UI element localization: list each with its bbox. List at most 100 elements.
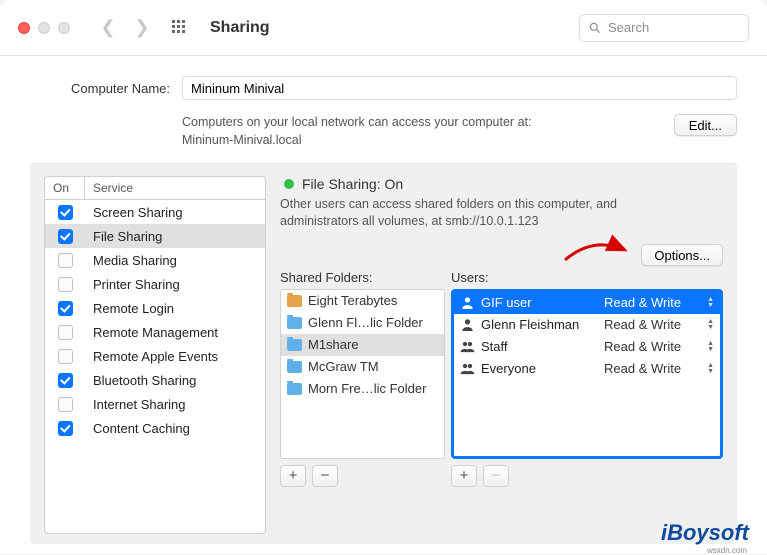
folder-label: McGraw TM (308, 359, 379, 374)
shared-folders-list[interactable]: Eight Terabytes Glenn Fl…lic Folder M1shar… (280, 289, 445, 459)
permission-select[interactable]: Read & Write▲▼ (604, 361, 714, 376)
user-name: Glenn Fleishman (481, 317, 598, 332)
user-row[interactable]: GIF user Read & Write▲▼ (454, 292, 720, 314)
service-label: Internet Sharing (85, 397, 265, 412)
permission-value: Read & Write (604, 317, 681, 332)
permission-select[interactable]: Read & Write ▲▼ (604, 317, 714, 332)
service-label: Screen Sharing (85, 205, 265, 220)
service-checkbox[interactable] (58, 373, 73, 388)
folder-icon (287, 361, 302, 373)
service-checkbox[interactable] (58, 253, 73, 268)
add-user-button[interactable]: + (451, 465, 477, 487)
folder-row[interactable]: Eight Terabytes (281, 290, 444, 312)
service-row-bluetooth-sharing[interactable]: Bluetooth Sharing (45, 368, 265, 392)
group-icon (460, 340, 475, 353)
service-row-media-sharing[interactable]: Media Sharing (45, 248, 265, 272)
users-list[interactable]: GIF userRead & Write▲▼Glenn FleishmanRea… (451, 289, 723, 459)
nav-controls: ❮ ❯ Sharing (94, 14, 270, 42)
service-row-file-sharing[interactable]: File Sharing (45, 224, 265, 248)
add-folder-button[interactable]: + (280, 465, 306, 487)
service-row-remote-login[interactable]: Remote Login (45, 296, 265, 320)
service-checkbox[interactable] (58, 229, 73, 244)
folder-label: Glenn Fl…lic Folder (308, 315, 423, 330)
service-label: Content Caching (85, 421, 265, 436)
user-row[interactable]: Glenn Fleishman Read & Write ▲▼ (454, 314, 720, 336)
services-col-on: On (45, 177, 85, 199)
stepper-icon: ▲▼ (707, 363, 714, 375)
folder-icon (287, 339, 302, 351)
search-input[interactable]: Search (579, 14, 749, 42)
service-row-remote-management[interactable]: Remote Management (45, 320, 265, 344)
status-text: File Sharing: On (302, 176, 403, 192)
service-label: Remote Login (85, 301, 265, 316)
folder-label: M1share (308, 337, 359, 352)
service-checkbox[interactable] (58, 421, 73, 436)
search-placeholder: Search (608, 20, 649, 35)
hint-line2: Mininum-Minival.local (182, 133, 301, 147)
services-col-service: Service (85, 177, 265, 199)
folder-row[interactable]: Glenn Fl…lic Folder (281, 312, 444, 334)
stepper-icon: ▲▼ (707, 319, 714, 331)
service-label: Media Sharing (85, 253, 265, 268)
service-checkbox[interactable] (58, 325, 73, 340)
service-checkbox[interactable] (58, 205, 73, 220)
users-label: Users: (451, 270, 723, 285)
folder-row[interactable]: M1share (281, 334, 444, 356)
remove-user-button[interactable]: − (483, 465, 509, 487)
forward-button[interactable]: ❯ (128, 14, 156, 42)
service-checkbox[interactable] (58, 277, 73, 292)
computer-name-row: Computer Name: (30, 76, 737, 100)
users-addrem: + − (451, 465, 723, 487)
status-description: Other users can access shared folders on… (280, 196, 723, 230)
group-icon (460, 362, 475, 375)
folder-icon (287, 295, 302, 307)
service-checkbox[interactable] (58, 349, 73, 364)
search-icon (588, 21, 602, 35)
services-table: On Service Screen Sharing File Sharing Med… (44, 176, 266, 534)
services-header: On Service (45, 177, 265, 200)
remove-folder-button[interactable]: − (312, 465, 338, 487)
computer-name-field[interactable] (182, 76, 737, 100)
back-button[interactable]: ❮ (94, 14, 122, 42)
service-row-internet-sharing[interactable]: Internet Sharing (45, 392, 265, 416)
service-row-remote-apple-events[interactable]: Remote Apple Events (45, 344, 265, 368)
folder-row[interactable]: Morn Fre…lic Folder (281, 378, 444, 400)
service-row-screen-sharing[interactable]: Screen Sharing (45, 200, 265, 224)
detail-pane: File Sharing: On Other users can access … (280, 176, 723, 534)
folders-addrem: + − (280, 465, 445, 487)
service-label: Bluetooth Sharing (85, 373, 265, 388)
folder-row[interactable]: McGraw TM (281, 356, 444, 378)
status-indicator-icon (284, 179, 294, 189)
stepper-icon: ▲▼ (707, 297, 714, 309)
main-pane: On Service Screen Sharing File Sharing Med… (30, 163, 737, 544)
person-icon (460, 296, 475, 309)
folder-label: Morn Fre…lic Folder (308, 381, 426, 396)
options-button[interactable]: Options... (641, 244, 723, 266)
users-column: Users: GIF userRead & Write▲▼Glenn Fleis… (451, 270, 723, 487)
service-checkbox[interactable] (58, 301, 73, 316)
permission-select[interactable]: Read & Write▲▼ (604, 339, 714, 354)
sharing-preferences-window: { "titlebar": { "title": "Sharing", "sea… (0, 0, 767, 554)
permission-select[interactable]: Read & Write▲▼ (604, 295, 714, 310)
network-hint: Computers on your local network can acce… (182, 114, 531, 149)
folder-icon (287, 383, 302, 395)
edit-button[interactable]: Edit... (674, 114, 737, 136)
show-all-icon[interactable] (172, 20, 188, 36)
close-icon[interactable] (18, 22, 30, 34)
service-row-printer-sharing[interactable]: Printer Sharing (45, 272, 265, 296)
content-area: Computer Name: Computers on your local n… (0, 56, 767, 554)
user-name: Staff (481, 339, 598, 354)
person-icon (460, 318, 475, 331)
status-row: File Sharing: On (280, 176, 723, 192)
service-row-content-caching[interactable]: Content Caching (45, 416, 265, 440)
user-name: GIF user (481, 295, 598, 310)
user-row[interactable]: Staff Read & Write▲▼ (454, 336, 720, 358)
window-controls (18, 22, 70, 34)
computer-name-label: Computer Name: (30, 81, 170, 96)
service-label: Remote Apple Events (85, 349, 265, 364)
service-label: File Sharing (85, 229, 265, 244)
user-row[interactable]: Everyone Read & Write▲▼ (454, 358, 720, 380)
hint-line1: Computers on your local network can acce… (182, 115, 531, 129)
service-checkbox[interactable] (58, 397, 73, 412)
user-name: Everyone (481, 361, 598, 376)
